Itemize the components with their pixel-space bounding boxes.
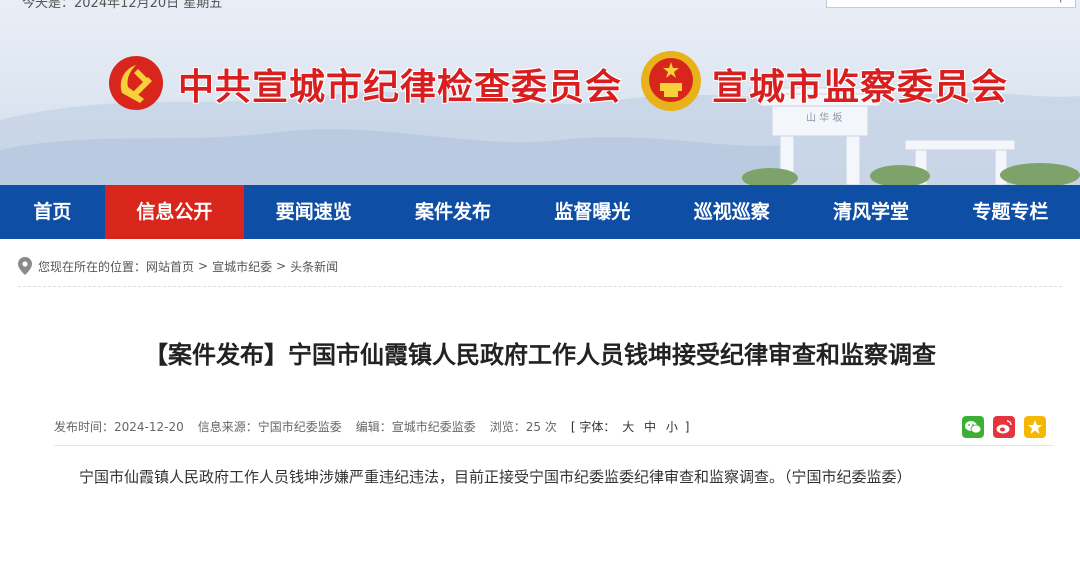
title-right: 宣城市监察委员会: [712, 66, 1009, 108]
nav-item-case-release[interactable]: 案件发布: [383, 185, 522, 239]
nav-item-supervision-exposure[interactable]: 监督曝光: [523, 185, 662, 239]
article-meta: 发布时间：2024-12-20 信息来源：宁国市纪委监委 编辑：宣城市纪委监委 …: [54, 418, 689, 435]
header-banner: 山 华 坂 今天是：2024年12月20日 星期五 ⚲ 中共宣城市纪律检查委员会…: [0, 0, 1080, 185]
nav-item-integrity-school[interactable]: 清风学堂: [801, 185, 940, 239]
weibo-icon: [996, 420, 1012, 434]
font-size-control: [ 字体： 大 中 小 ]: [571, 418, 690, 435]
breadcrumb-headlines-link[interactable]: 头条新闻: [290, 258, 338, 275]
nav-item-news-overview[interactable]: 要闻速览: [244, 185, 383, 239]
location-pin-icon: [18, 257, 32, 275]
font-size-large-button[interactable]: 大: [622, 420, 634, 434]
info-source: 信息来源：宁国市纪委监委: [197, 420, 342, 434]
qzone-icon: [1028, 420, 1042, 434]
nav-item-info-disclosure[interactable]: 信息公开: [104, 185, 245, 239]
font-size-label: [ 字体：: [570, 420, 616, 434]
main-nav: 首页 信息公开 要闻速览 案件发布 监督曝光 巡视巡察 清风学堂 专题专栏: [0, 185, 1080, 239]
breadcrumb-divider: [18, 286, 1062, 287]
article-body: 宁国市仙霞镇人民政府工作人员钱坤涉嫌严重违纪违法，目前正接受宁国市纪委监委纪律审…: [79, 468, 912, 486]
search-icon[interactable]: ⚲: [1056, 0, 1065, 4]
national-emblem-icon: [641, 51, 701, 111]
breadcrumb-separator: >: [276, 259, 287, 273]
breadcrumb-prefix: 您现在所在的位置：: [38, 259, 147, 274]
meta-divider: [54, 445, 1054, 446]
nav-item-inspection[interactable]: 巡视巡察: [662, 185, 801, 239]
weibo-share-button[interactable]: [993, 416, 1015, 438]
publish-time: 发布时间：2024-12-20: [54, 420, 184, 434]
title-left: 中共宣城市纪律检查委员会: [178, 66, 623, 108]
wechat-icon: [965, 421, 981, 434]
search-input[interactable]: ⚲: [826, 0, 1076, 8]
qzone-share-button[interactable]: [1024, 416, 1046, 438]
font-size-medium-button[interactable]: 中: [644, 420, 656, 434]
breadcrumb-city-commission-link[interactable]: 宣城市纪委: [212, 258, 272, 275]
nav-item-special-topics[interactable]: 专题专栏: [941, 185, 1080, 239]
breadcrumb-separator: >: [198, 259, 209, 273]
nav-item-home[interactable]: 首页: [0, 185, 105, 239]
party-emblem-icon: [109, 56, 163, 110]
wechat-share-button[interactable]: [962, 416, 984, 438]
font-size-small-button[interactable]: 小: [666, 420, 678, 434]
breadcrumb-home-link[interactable]: 网站首页: [146, 258, 194, 275]
svg-text:山 华 坂: 山 华 坂: [806, 111, 842, 124]
view-count: 浏览：25 次: [489, 420, 557, 434]
breadcrumb: 您现在所在的位置： 网站首页 > 宣城市纪委 > 头条新闻: [18, 256, 338, 276]
font-size-close: ]: [684, 420, 690, 434]
editor: 编辑：宣城市纪委监委: [355, 420, 476, 434]
date-text: 今天是：2024年12月20日 星期五: [22, 0, 223, 11]
article-title: 【案件发布】宁国市仙霞镇人民政府工作人员钱坤接受纪律审查和监察调查: [144, 341, 936, 369]
